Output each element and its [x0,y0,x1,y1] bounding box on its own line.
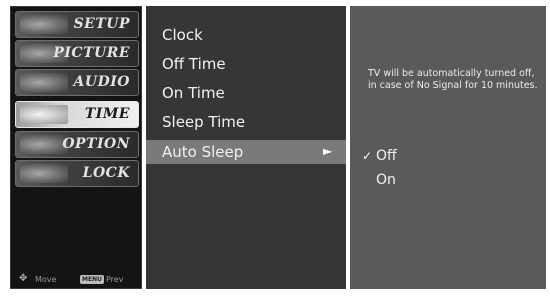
audio-thumbnail-icon [20,73,68,92]
move-label: Move [35,275,57,284]
menu-item-sleep-time[interactable]: Sleep Time [146,110,346,134]
option-on[interactable]: On [350,170,546,192]
setup-thumbnail-icon [20,15,68,34]
menu-item-on-time[interactable]: On Time [146,81,346,105]
navigation-hint: ✥ Move MENU Prev [17,273,139,288]
menu-item-off-time[interactable]: Off Time [146,52,346,76]
option-thumbnail-icon [20,135,68,154]
auto-sleep-options: TV will be automatically turned off, in … [350,6,546,289]
move-arrows-icon: ✥ [19,273,28,284]
menu-item-label: Auto Sleep [162,143,244,161]
category-label: PICTURE [53,45,130,61]
prev-label: Prev [106,275,124,284]
submenu-arrow-icon: ► [323,144,333,158]
time-menu-items: Clock Off Time On Time Sleep Time Auto S… [146,6,346,289]
menu-item-label: Off Time [162,55,226,73]
menu-item-label: On Time [162,84,225,102]
check-icon: ✓ [362,149,373,163]
menu-item-label: Clock [162,26,203,44]
option-off[interactable]: ✓ Off [350,146,546,168]
option-label: On [376,172,396,188]
tv-osd-menu: SETUP PICTURE AUDIO TIME OPTION LOCK ✥ M… [0,0,550,297]
category-sidebar: SETUP PICTURE AUDIO TIME OPTION LOCK ✥ M… [10,6,142,289]
menu-item-clock[interactable]: Clock [146,23,346,47]
category-label: LOCK [82,165,130,181]
menu-key-icon: MENU [80,275,104,284]
category-setup[interactable]: SETUP [15,11,139,38]
auto-sleep-description: TV will be automatically turned off, in … [368,68,538,91]
category-lock[interactable]: LOCK [15,160,139,187]
category-audio[interactable]: AUDIO [15,69,139,96]
category-label: OPTION [62,136,130,152]
menu-item-auto-sleep[interactable]: Auto Sleep ► [146,140,346,164]
menu-item-label: Sleep Time [162,113,246,131]
lock-thumbnail-icon [20,164,68,183]
category-label: AUDIO [73,74,130,90]
category-label: TIME [84,106,130,122]
category-time[interactable]: TIME [15,101,139,128]
category-picture[interactable]: PICTURE [15,40,139,67]
time-thumbnail-icon [20,105,68,124]
option-label: Off [376,148,397,164]
category-option[interactable]: OPTION [15,131,139,158]
category-label: SETUP [73,16,130,32]
